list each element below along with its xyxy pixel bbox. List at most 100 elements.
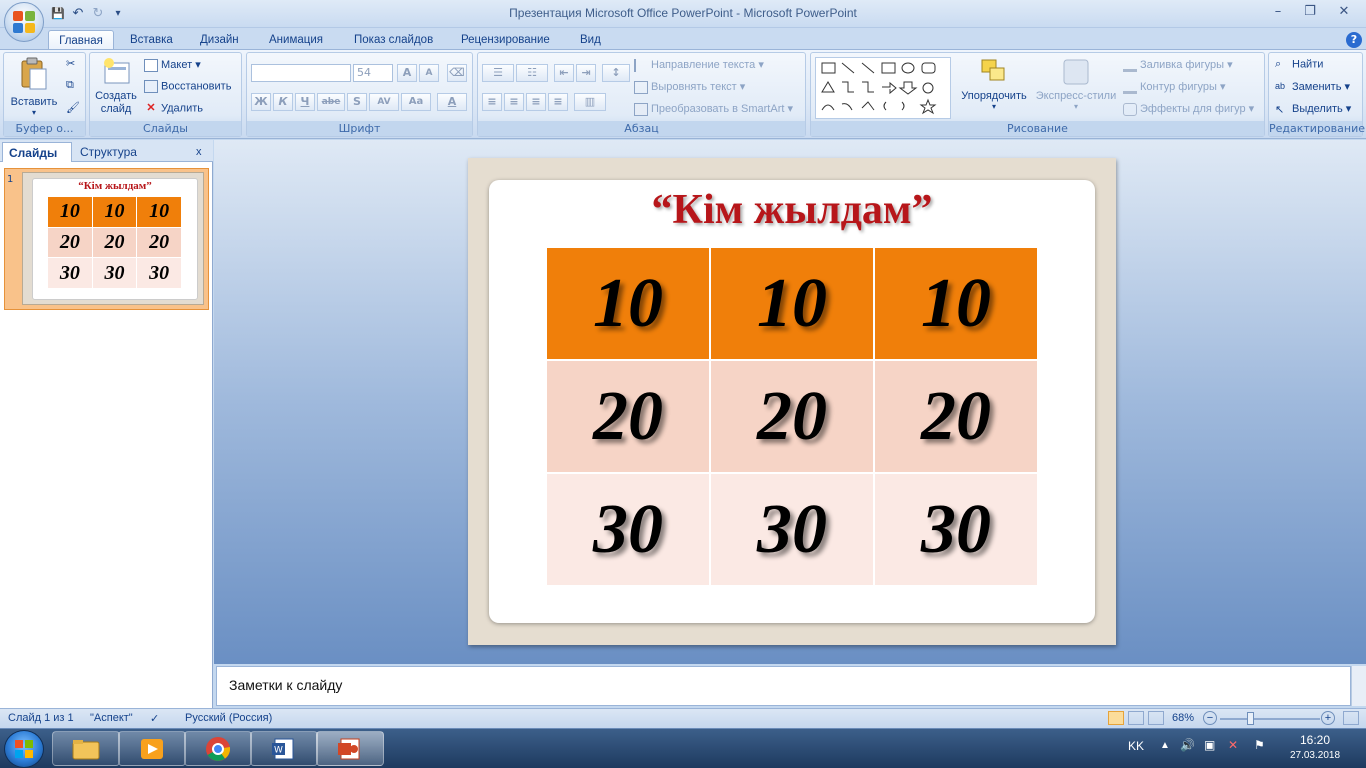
change-case-button[interactable]: Aa — [401, 93, 431, 111]
shape-fill-button[interactable]: Заливка фигуры ▾ — [1123, 58, 1233, 72]
slide-title[interactable]: “Кім жылдам” — [489, 186, 1095, 234]
clock-date[interactable]: 27.03.2018 — [1280, 750, 1350, 761]
start-button[interactable] — [4, 730, 44, 768]
disconnected-icon[interactable]: ✕ — [1228, 738, 1238, 752]
zoom-level[interactable]: 68% — [1172, 712, 1194, 724]
shape-outline-button[interactable]: Контур фигуры ▾ — [1123, 80, 1226, 94]
format-painter-icon[interactable]: 🖌 — [66, 101, 80, 114]
office-button[interactable] — [4, 2, 44, 42]
shrink-font-button[interactable]: A — [419, 64, 439, 82]
spelling-icon[interactable]: ✓ — [150, 712, 159, 725]
layout-button[interactable]: Макет ▾ — [144, 58, 201, 72]
tab-animation[interactable]: Анимация — [269, 30, 323, 50]
select-button[interactable]: ↖ Выделить ▾ — [1275, 102, 1351, 116]
slide-sorter-icon[interactable] — [1128, 711, 1144, 725]
table-cell[interactable]: 30 — [711, 474, 873, 585]
taskbar-powerpoint[interactable] — [316, 731, 384, 766]
quick-styles-icon — [1063, 59, 1089, 85]
replace-button[interactable]: ab Заменить ▾ — [1275, 80, 1350, 94]
table-cell[interactable]: 10 — [711, 248, 873, 359]
table-cell[interactable]: 20 — [711, 361, 873, 472]
table-cell[interactable]: 10 — [547, 248, 709, 359]
fit-slide-icon[interactable] — [1343, 711, 1359, 725]
copy-icon[interactable]: ⧉ — [66, 79, 74, 92]
minimize-button[interactable]: – — [1264, 2, 1292, 22]
taskbar-word[interactable]: W — [250, 731, 318, 766]
office-logo-icon — [13, 11, 35, 33]
font-size-input[interactable]: 54 — [353, 64, 393, 82]
arrange-button[interactable]: Упорядочить ▾ — [957, 57, 1031, 111]
volume-icon[interactable]: 🔊 — [1180, 738, 1195, 752]
tab-insert[interactable]: Вставка — [130, 30, 173, 50]
text-direction-button[interactable]: Направление текста ▾ — [634, 58, 764, 72]
tab-review[interactable]: Рецензирование — [461, 30, 550, 50]
maximize-button[interactable]: ❐ — [1296, 2, 1324, 22]
underline-button[interactable]: Ч — [295, 93, 315, 111]
shape-effects-button[interactable]: Эффекты для фигур ▾ — [1123, 102, 1254, 116]
zoom-in-button[interactable]: + — [1321, 711, 1335, 725]
columns-icon[interactable]: ▥ — [574, 93, 606, 111]
bold-button[interactable]: Ж — [251, 93, 271, 111]
close-button[interactable]: ✕ — [1330, 2, 1358, 22]
new-slide-button[interactable]: Создать слайд — [92, 57, 142, 116]
numbering-icon[interactable]: ☷ — [516, 64, 548, 82]
tab-outline[interactable]: Структура — [80, 142, 160, 162]
align-left-icon[interactable]: ≡ — [482, 93, 502, 111]
taskbar-chrome[interactable] — [184, 731, 252, 766]
paste-button[interactable]: Вставить ▾ — [6, 57, 62, 117]
paragraph-group: ☰ ☷ ⇤ ⇥ ↕ ≡ ≡ ≡ ≡ ▥ Направление текста ▾… — [477, 52, 806, 137]
normal-view-icon[interactable] — [1108, 711, 1124, 725]
notes-input[interactable]: Заметки к слайду — [216, 666, 1351, 706]
taskbar-explorer[interactable] — [52, 731, 120, 766]
find-button[interactable]: ⌕ Найти — [1275, 58, 1323, 71]
font-color-button[interactable]: A — [437, 93, 467, 111]
language[interactable]: Русский (Россия) — [185, 712, 272, 724]
grow-font-button[interactable]: A — [397, 64, 417, 82]
action-center-icon[interactable]: ⚑ — [1254, 738, 1265, 752]
help-icon[interactable]: ? — [1346, 32, 1362, 48]
keyboard-language[interactable]: KK — [1128, 739, 1144, 753]
justify-icon[interactable]: ≡ — [548, 93, 568, 111]
decrease-indent-icon[interactable]: ⇤ — [554, 64, 574, 82]
close-pane-icon[interactable]: x — [196, 142, 208, 162]
tab-home[interactable]: Главная — [48, 30, 114, 50]
table-cell[interactable]: 30 — [547, 474, 709, 585]
table-cell[interactable]: 30 — [875, 474, 1037, 585]
taskbar-media-player[interactable] — [118, 731, 186, 766]
font-name-input[interactable] — [251, 64, 351, 82]
zoom-out-button[interactable]: − — [1203, 711, 1217, 725]
align-text-button[interactable]: Выровнять текст ▾ — [634, 80, 745, 94]
quick-styles-button[interactable]: Экспресс-стили ▾ — [1033, 57, 1119, 111]
cut-icon[interactable]: ✂ — [66, 57, 75, 70]
shapes-gallery[interactable] — [815, 57, 951, 119]
character-spacing-button[interactable]: AV — [369, 93, 399, 111]
slideshow-view-icon[interactable] — [1148, 711, 1164, 725]
increase-indent-icon[interactable]: ⇥ — [576, 64, 596, 82]
table-cell[interactable]: 20 — [875, 361, 1037, 472]
reset-button[interactable]: Восстановить — [144, 80, 231, 93]
show-hidden-icons[interactable]: ▲ — [1160, 740, 1170, 751]
tab-design[interactable]: Дизайн — [200, 30, 239, 50]
tab-slideshow[interactable]: Показ слайдов — [354, 30, 433, 50]
shadow-button[interactable]: S — [347, 93, 367, 111]
table-cell[interactable]: 10 — [875, 248, 1037, 359]
italic-button[interactable]: К — [273, 93, 293, 111]
zoom-slider[interactable] — [1220, 718, 1320, 720]
network-icon[interactable]: ▣ — [1204, 738, 1215, 752]
table-cell[interactable]: 20 — [547, 361, 709, 472]
new-slide-icon — [104, 58, 130, 84]
notes-scrollbar[interactable] — [1351, 666, 1366, 706]
tab-slides[interactable]: Слайды — [2, 142, 72, 162]
clock-time[interactable]: 16:20 — [1280, 733, 1350, 747]
strikethrough-button[interactable]: abe — [317, 93, 345, 111]
convert-smartart-button[interactable]: Преобразовать в SmartArt ▾ — [634, 102, 793, 116]
slide-info: Слайд 1 из 1 — [8, 712, 74, 724]
delete-slide-button[interactable]: ✕ Удалить — [144, 102, 203, 115]
align-right-icon[interactable]: ≡ — [526, 93, 546, 111]
zoom-slider-thumb[interactable] — [1247, 712, 1254, 725]
align-center-icon[interactable]: ≡ — [504, 93, 524, 111]
line-spacing-icon[interactable]: ↕ — [602, 64, 630, 82]
clear-format-icon[interactable]: ⌫ — [447, 64, 467, 82]
bullets-icon[interactable]: ☰ — [482, 64, 514, 82]
tab-view[interactable]: Вид — [580, 30, 601, 50]
